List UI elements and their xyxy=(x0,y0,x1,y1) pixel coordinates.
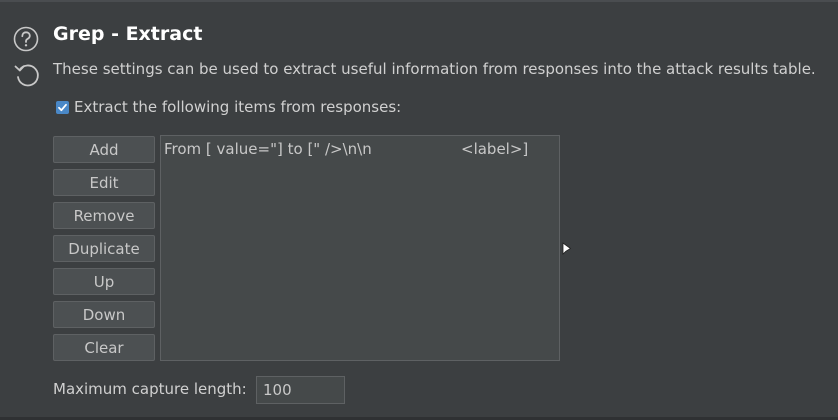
checkmark-icon xyxy=(58,103,67,111)
help-icon[interactable] xyxy=(13,26,39,52)
extract-checkbox-label: Extract the following items from respons… xyxy=(74,98,402,116)
edit-button[interactable]: Edit xyxy=(53,169,155,196)
down-button[interactable]: Down xyxy=(53,301,155,328)
reset-icon[interactable] xyxy=(12,60,42,90)
add-button[interactable]: Add xyxy=(53,136,155,163)
section-title: Grep - Extract xyxy=(53,23,203,45)
list-item-expression: From [ value="] to [" />\n\n xyxy=(164,140,372,158)
extract-checkbox[interactable] xyxy=(56,100,69,114)
top-divider xyxy=(0,0,838,2)
duplicate-button[interactable]: Duplicate xyxy=(53,235,155,262)
max-capture-label: Maximum capture length: xyxy=(53,380,247,398)
clear-button[interactable]: Clear xyxy=(53,334,155,361)
extract-checkbox-row[interactable]: Extract the following items from respons… xyxy=(56,97,401,117)
list-item[interactable]: From [ value="] to [" />\n\n <label>] xyxy=(164,140,556,160)
section-description: These settings can be used to extract us… xyxy=(53,60,816,78)
remove-button[interactable]: Remove xyxy=(53,202,155,229)
mouse-cursor-icon xyxy=(562,241,572,255)
max-capture-input[interactable] xyxy=(256,376,345,404)
list-item-label: <label>] xyxy=(461,140,529,158)
up-button[interactable]: Up xyxy=(53,268,155,295)
extract-items-list[interactable]: From [ value="] to [" />\n\n <label>] xyxy=(160,135,560,361)
